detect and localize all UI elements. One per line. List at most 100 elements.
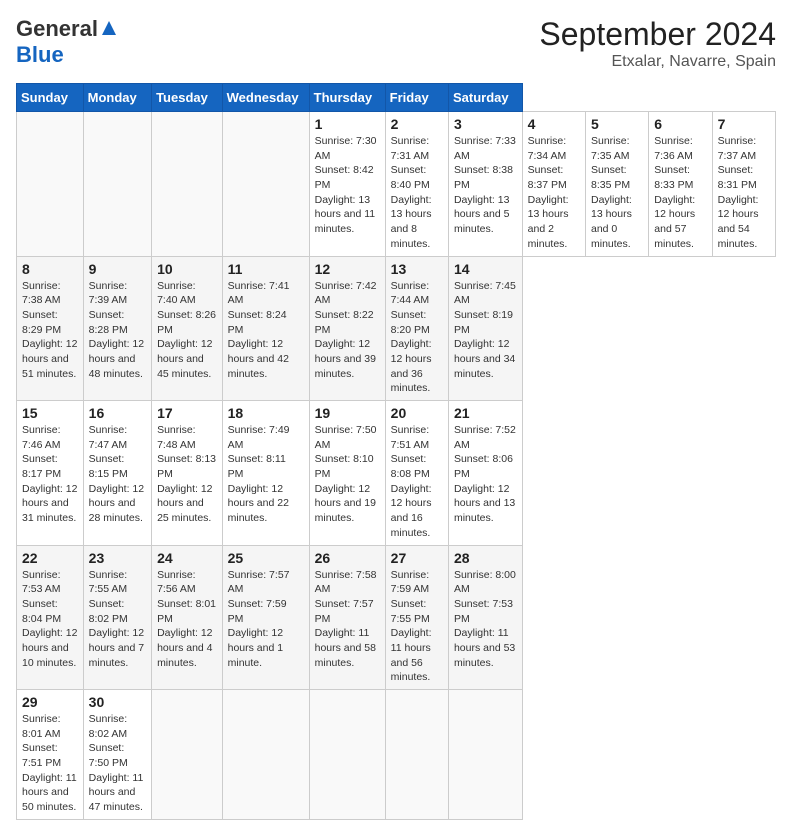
day-info: Sunrise: 7:38 AM Sunset: 8:29 PM Dayligh… <box>22 279 78 382</box>
day-cell-2: 2 Sunrise: 7:31 AM Sunset: 8:40 PM Dayli… <box>385 112 448 257</box>
day-cell-11: 11 Sunrise: 7:41 AM Sunset: 8:24 PM Dayl… <box>222 256 309 401</box>
day-info: Sunrise: 8:01 AM Sunset: 7:51 PM Dayligh… <box>22 712 78 815</box>
col-header-saturday: Saturday <box>448 84 522 112</box>
day-info: Sunrise: 7:57 AM Sunset: 7:59 PM Dayligh… <box>228 568 304 671</box>
day-cell-12: 12 Sunrise: 7:42 AM Sunset: 8:22 PM Dayl… <box>309 256 385 401</box>
day-info: Sunrise: 7:35 AM Sunset: 8:35 PM Dayligh… <box>591 134 643 252</box>
day-info: Sunrise: 7:33 AM Sunset: 8:38 PM Dayligh… <box>454 134 517 237</box>
day-cell-16: 16 Sunrise: 7:47 AM Sunset: 8:15 PM Dayl… <box>83 401 151 546</box>
empty-cell <box>152 112 223 257</box>
day-info: Sunrise: 7:31 AM Sunset: 8:40 PM Dayligh… <box>391 134 443 252</box>
day-cell-15: 15 Sunrise: 7:46 AM Sunset: 8:17 PM Dayl… <box>17 401 84 546</box>
day-number: 14 <box>454 261 517 277</box>
day-info: Sunrise: 7:58 AM Sunset: 7:57 PM Dayligh… <box>315 568 380 671</box>
day-number: 13 <box>391 261 443 277</box>
day-info: Sunrise: 7:41 AM Sunset: 8:24 PM Dayligh… <box>228 279 304 382</box>
day-cell-3: 3 Sunrise: 7:33 AM Sunset: 8:38 PM Dayli… <box>448 112 522 257</box>
day-number: 24 <box>157 550 217 566</box>
day-cell-13: 13 Sunrise: 7:44 AM Sunset: 8:20 PM Dayl… <box>385 256 448 401</box>
day-info: Sunrise: 7:51 AM Sunset: 8:08 PM Dayligh… <box>391 423 443 541</box>
day-cell-26: 26 Sunrise: 7:58 AM Sunset: 7:57 PM Dayl… <box>309 545 385 690</box>
day-number: 25 <box>228 550 304 566</box>
day-number: 20 <box>391 405 443 421</box>
day-number: 27 <box>391 550 443 566</box>
day-cell-22: 22 Sunrise: 7:53 AM Sunset: 8:04 PM Dayl… <box>17 545 84 690</box>
week-row-2: 8 Sunrise: 7:38 AM Sunset: 8:29 PM Dayli… <box>17 256 776 401</box>
day-cell-10: 10 Sunrise: 7:40 AM Sunset: 8:26 PM Dayl… <box>152 256 223 401</box>
day-info: Sunrise: 7:45 AM Sunset: 8:19 PM Dayligh… <box>454 279 517 382</box>
page-title: September 2024 <box>539 16 776 53</box>
day-number: 17 <box>157 405 217 421</box>
day-cell-24: 24 Sunrise: 7:56 AM Sunset: 8:01 PM Dayl… <box>152 545 223 690</box>
day-cell-21: 21 Sunrise: 7:52 AM Sunset: 8:06 PM Dayl… <box>448 401 522 546</box>
week-row-5: 29 Sunrise: 8:01 AM Sunset: 7:51 PM Dayl… <box>17 690 776 820</box>
day-info: Sunrise: 7:52 AM Sunset: 8:06 PM Dayligh… <box>454 423 517 526</box>
col-header-thursday: Thursday <box>309 84 385 112</box>
empty-cell <box>309 690 385 820</box>
day-number: 2 <box>391 116 443 132</box>
day-number: 30 <box>89 694 146 710</box>
day-info: Sunrise: 7:40 AM Sunset: 8:26 PM Dayligh… <box>157 279 217 382</box>
day-cell-14: 14 Sunrise: 7:45 AM Sunset: 8:19 PM Dayl… <box>448 256 522 401</box>
day-info: Sunrise: 7:47 AM Sunset: 8:15 PM Dayligh… <box>89 423 146 526</box>
day-number: 21 <box>454 405 517 421</box>
day-info: Sunrise: 7:34 AM Sunset: 8:37 PM Dayligh… <box>528 134 580 252</box>
day-info: Sunrise: 7:53 AM Sunset: 8:04 PM Dayligh… <box>22 568 78 671</box>
col-header-tuesday: Tuesday <box>152 84 223 112</box>
day-cell-30: 30 Sunrise: 8:02 AM Sunset: 7:50 PM Dayl… <box>83 690 151 820</box>
calendar-table: SundayMondayTuesdayWednesdayThursdayFrid… <box>16 83 776 820</box>
header-row: SundayMondayTuesdayWednesdayThursdayFrid… <box>17 84 776 112</box>
day-cell-8: 8 Sunrise: 7:38 AM Sunset: 8:29 PM Dayli… <box>17 256 84 401</box>
empty-cell <box>83 112 151 257</box>
day-info: Sunrise: 8:02 AM Sunset: 7:50 PM Dayligh… <box>89 712 146 815</box>
day-number: 8 <box>22 261 78 277</box>
day-number: 4 <box>528 116 580 132</box>
day-info: Sunrise: 7:56 AM Sunset: 8:01 PM Dayligh… <box>157 568 217 671</box>
week-row-1: 1 Sunrise: 7:30 AM Sunset: 8:42 PM Dayli… <box>17 112 776 257</box>
page-header: General Blue September 2024 Etxalar, Nav… <box>16 16 776 71</box>
day-cell-17: 17 Sunrise: 7:48 AM Sunset: 8:13 PM Dayl… <box>152 401 223 546</box>
day-cell-20: 20 Sunrise: 7:51 AM Sunset: 8:08 PM Dayl… <box>385 401 448 546</box>
day-number: 6 <box>654 116 706 132</box>
day-info: Sunrise: 8:00 AM Sunset: 7:53 PM Dayligh… <box>454 568 517 671</box>
logo-blue: Blue <box>16 42 64 67</box>
day-cell-23: 23 Sunrise: 7:55 AM Sunset: 8:02 PM Dayl… <box>83 545 151 690</box>
day-info: Sunrise: 7:48 AM Sunset: 8:13 PM Dayligh… <box>157 423 217 526</box>
day-info: Sunrise: 7:46 AM Sunset: 8:17 PM Dayligh… <box>22 423 78 526</box>
col-header-monday: Monday <box>83 84 151 112</box>
logo: General Blue <box>16 16 118 68</box>
empty-cell <box>152 690 223 820</box>
logo-general: General <box>16 16 98 42</box>
empty-cell <box>385 690 448 820</box>
day-info: Sunrise: 7:37 AM Sunset: 8:31 PM Dayligh… <box>718 134 770 252</box>
day-number: 9 <box>89 261 146 277</box>
week-row-4: 22 Sunrise: 7:53 AM Sunset: 8:04 PM Dayl… <box>17 545 776 690</box>
day-number: 16 <box>89 405 146 421</box>
col-header-sunday: Sunday <box>17 84 84 112</box>
page-subtitle: Etxalar, Navarre, Spain <box>539 53 776 71</box>
day-number: 7 <box>718 116 770 132</box>
day-info: Sunrise: 7:44 AM Sunset: 8:20 PM Dayligh… <box>391 279 443 397</box>
day-info: Sunrise: 7:42 AM Sunset: 8:22 PM Dayligh… <box>315 279 380 382</box>
day-info: Sunrise: 7:49 AM Sunset: 8:11 PM Dayligh… <box>228 423 304 526</box>
day-cell-28: 28 Sunrise: 8:00 AM Sunset: 7:53 PM Dayl… <box>448 545 522 690</box>
day-number: 23 <box>89 550 146 566</box>
empty-cell <box>222 112 309 257</box>
col-header-friday: Friday <box>385 84 448 112</box>
day-number: 19 <box>315 405 380 421</box>
day-cell-4: 4 Sunrise: 7:34 AM Sunset: 8:37 PM Dayli… <box>522 112 585 257</box>
day-cell-6: 6 Sunrise: 7:36 AM Sunset: 8:33 PM Dayli… <box>649 112 712 257</box>
empty-cell <box>448 690 522 820</box>
day-info: Sunrise: 7:30 AM Sunset: 8:42 PM Dayligh… <box>315 134 380 237</box>
day-info: Sunrise: 7:55 AM Sunset: 8:02 PM Dayligh… <box>89 568 146 671</box>
col-header-wednesday: Wednesday <box>222 84 309 112</box>
day-cell-7: 7 Sunrise: 7:37 AM Sunset: 8:31 PM Dayli… <box>712 112 775 257</box>
day-info: Sunrise: 7:50 AM Sunset: 8:10 PM Dayligh… <box>315 423 380 526</box>
day-number: 15 <box>22 405 78 421</box>
day-info: Sunrise: 7:59 AM Sunset: 7:55 PM Dayligh… <box>391 568 443 686</box>
day-info: Sunrise: 7:39 AM Sunset: 8:28 PM Dayligh… <box>89 279 146 382</box>
day-cell-9: 9 Sunrise: 7:39 AM Sunset: 8:28 PM Dayli… <box>83 256 151 401</box>
day-number: 22 <box>22 550 78 566</box>
title-area: September 2024 Etxalar, Navarre, Spain <box>539 16 776 71</box>
day-number: 18 <box>228 405 304 421</box>
